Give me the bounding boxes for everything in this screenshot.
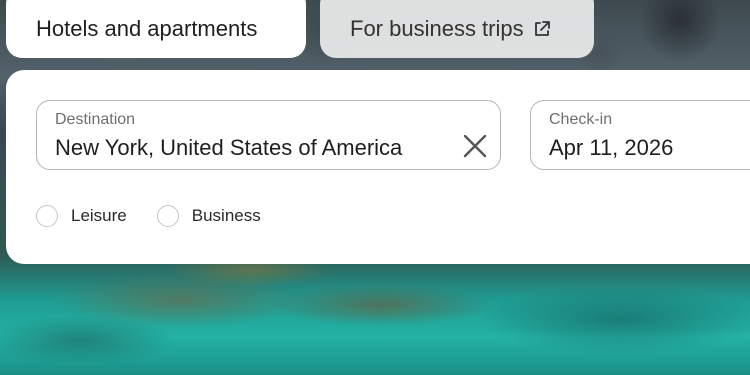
radio-circle[interactable] [156,205,179,227]
trip-type-selector: Leisure Business [36,205,291,227]
tab-business-label: For business trips [350,16,524,41]
destination-value[interactable]: New York, United States of America [55,134,482,162]
external-link-icon [532,19,552,39]
tab-hotels-label: Hotels and apartments [36,16,258,41]
radio-business[interactable]: Business [156,205,261,227]
close-icon [463,134,487,158]
radio-leisure-label: Leisure [71,206,127,225]
checkin-field[interactable]: Check-in Apr 11, 2026 [530,100,750,170]
tab-business-trips[interactable]: For business trips [320,0,594,58]
radio-leisure[interactable]: Leisure [36,205,127,227]
checkin-value: Apr 11, 2026 [549,135,674,160]
destination-label: Destination [55,111,136,128]
radio-business-label: Business [191,206,261,225]
checkin-label: Check-in [549,111,613,128]
tab-hotels-and-apartments[interactable]: Hotels and apartments [6,0,306,58]
clear-destination-button[interactable] [460,131,490,161]
radio-circle[interactable] [36,205,58,227]
destination-field[interactable]: Destination New York, United States of A… [36,100,501,170]
search-card: Destination New York, United States of A… [6,70,750,264]
